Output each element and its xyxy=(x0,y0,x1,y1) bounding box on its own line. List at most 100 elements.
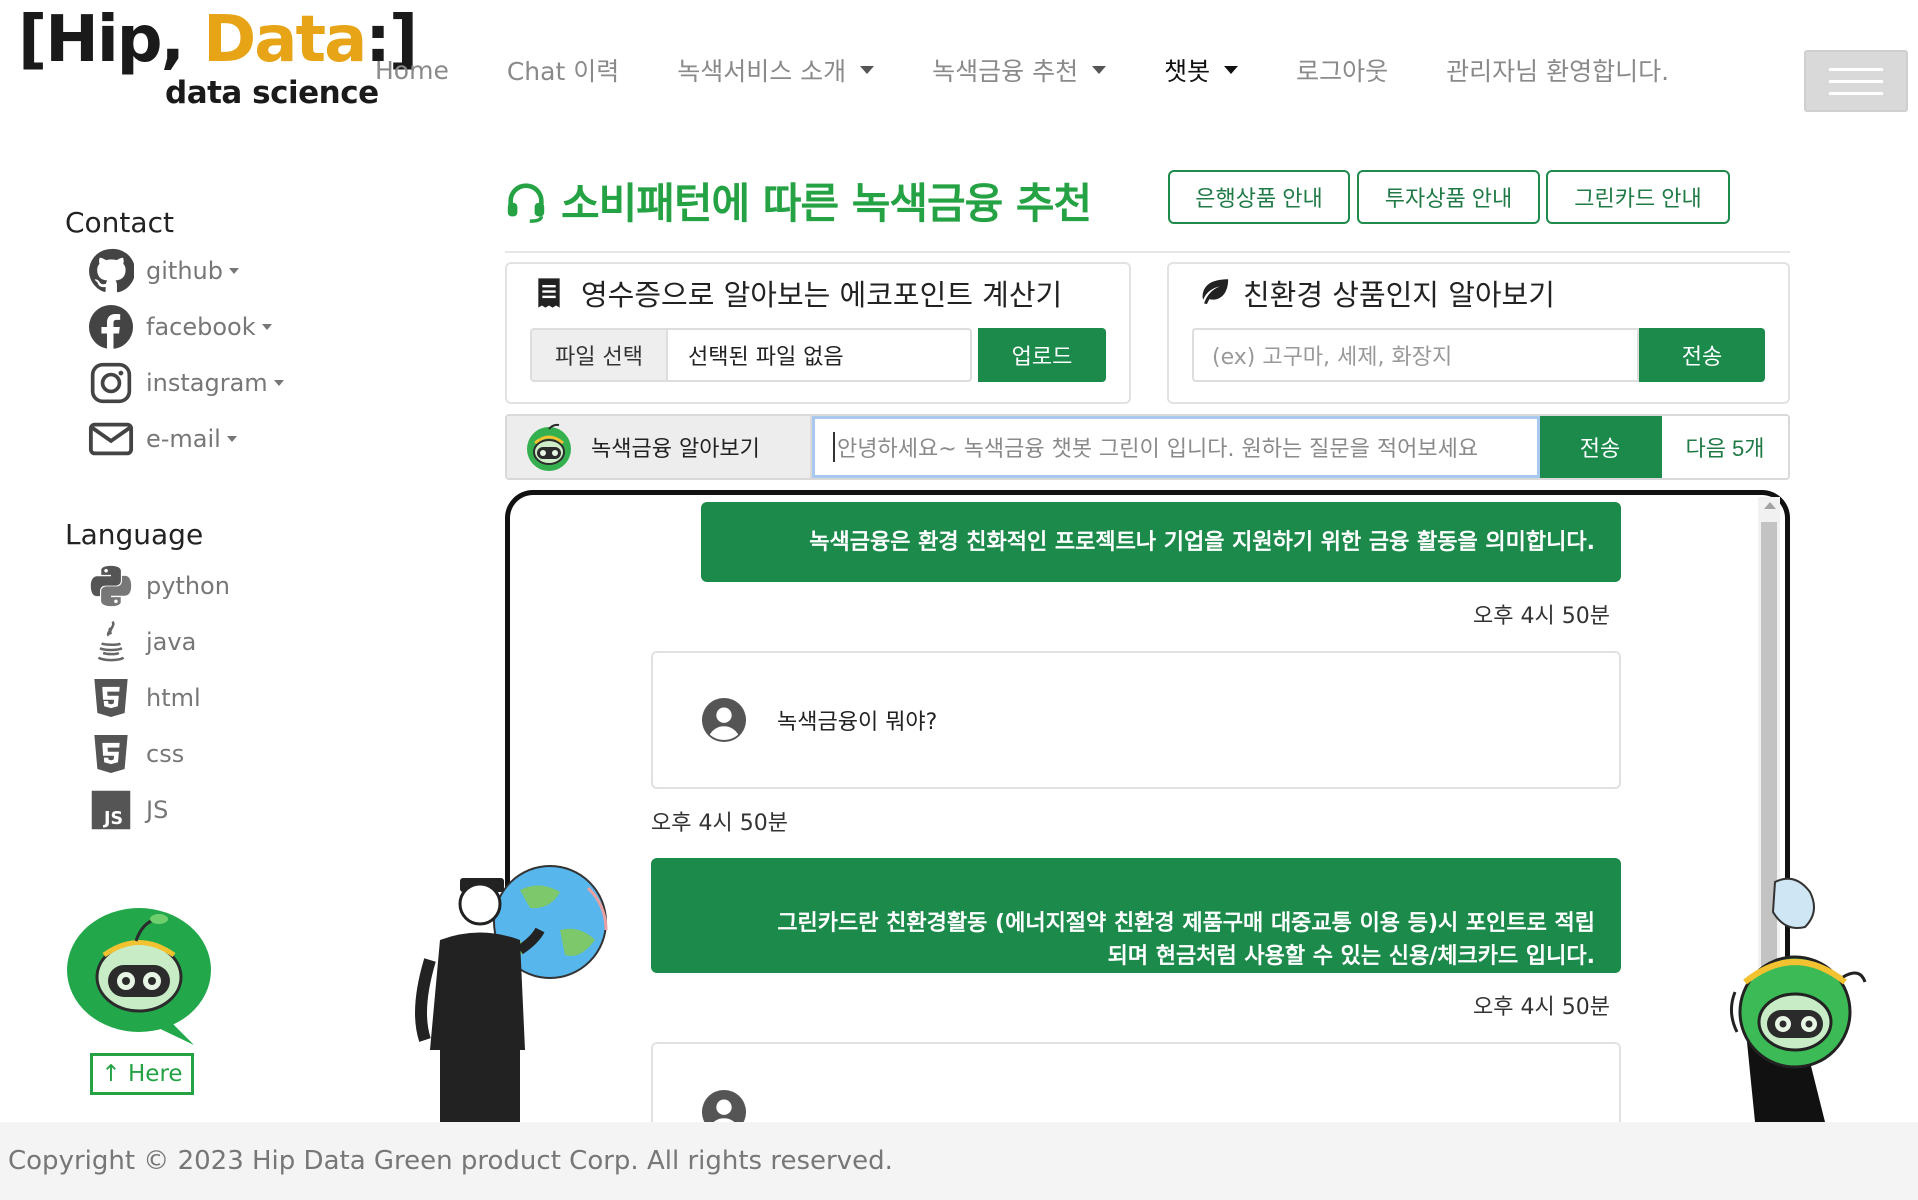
message-timestamp: 오후 4시 50분 xyxy=(1473,604,1610,629)
user-message-text: 녹색금융이 뭐야? xyxy=(777,710,938,735)
html5-icon xyxy=(88,675,134,721)
copyright-text: Copyright © 2023 Hip Data Green product … xyxy=(8,1146,893,1176)
contact-instagram-dropdown[interactable]: instagram xyxy=(88,360,284,406)
language-heading: Language xyxy=(65,518,204,551)
user-avatar-icon xyxy=(701,697,747,743)
nav-chatbot-dropdown[interactable]: 챗봇 xyxy=(1164,52,1239,88)
chat-query-label-text: 녹색금융 알아보기 xyxy=(591,437,760,462)
python-icon xyxy=(88,563,134,609)
chevron-down-icon xyxy=(1092,66,1107,74)
logo-accent-text: Data xyxy=(203,3,367,77)
investment-products-button[interactable]: 투자상품 안내 xyxy=(1357,170,1540,224)
receipt-card-title: 영수증으로 알아보는 에코포인트 계산기 xyxy=(535,268,1062,318)
receipt-ecopoint-card: 영수증으로 알아보는 에코포인트 계산기 파일 선택 선택된 파일 없음 업로드 xyxy=(505,262,1131,404)
next-five-button[interactable]: 다음 5개 xyxy=(1660,416,1788,478)
nav-chat-history-label: Chat 이력 xyxy=(506,57,620,86)
chat-question-input[interactable]: 안녕하세요~ 녹색금융 챗봇 그린이 입니다. 원하는 질문을 적어보세요 xyxy=(812,416,1540,478)
language-list: python java html css JS JS xyxy=(88,563,230,833)
here-button[interactable]: ↑ Here xyxy=(90,1053,194,1095)
language-python[interactable]: python xyxy=(88,563,230,609)
contact-email-dropdown[interactable]: e-mail xyxy=(88,416,284,462)
divider xyxy=(505,251,1790,253)
eco-card-title: 친환경 상품인지 알아보기 xyxy=(1197,268,1555,318)
footer: Copyright © 2023 Hip Data Green product … xyxy=(0,1122,1918,1200)
nav-home[interactable]: Home xyxy=(375,56,449,85)
language-html[interactable]: html xyxy=(88,675,230,721)
contact-facebook-dropdown[interactable]: facebook xyxy=(88,304,284,350)
nav-chatbot-label: 챗봇 xyxy=(1164,57,1211,86)
chevron-down-icon xyxy=(273,380,284,386)
receipt-icon xyxy=(535,277,567,309)
nav-logout-label: 로그아웃 xyxy=(1296,57,1389,86)
chevron-down-icon xyxy=(860,66,875,74)
nav-green-finance-dropdown[interactable]: 녹색금융 추천 xyxy=(932,52,1107,88)
chevron-down-icon xyxy=(228,268,239,274)
receipt-file-input[interactable]: 파일 선택 선택된 파일 없음 xyxy=(530,328,972,382)
contact-email-label: e-mail xyxy=(146,425,221,453)
upload-button[interactable]: 업로드 xyxy=(978,328,1106,382)
file-status-text: 선택된 파일 없음 xyxy=(688,345,844,370)
contact-facebook-label: facebook xyxy=(146,313,256,341)
page-title: 소비패턴에 따른 녹색금융 추천 xyxy=(503,170,1092,231)
hamburger-icon-bar xyxy=(1829,67,1883,71)
chat-query-bar: 녹색금융 알아보기 안녕하세요~ 녹색금융 챗봇 그린이 입니다. 원하는 질문… xyxy=(505,414,1790,480)
choose-file-button[interactable]: 파일 선택 xyxy=(532,330,668,380)
contact-github-label: github xyxy=(146,257,223,285)
nav-logout[interactable]: 로그아웃 xyxy=(1296,52,1388,88)
menu-toggle-button[interactable] xyxy=(1804,50,1908,112)
main-nav: Home Chat 이력 녹색서비스 소개 녹색금융 추천 챗봇 로그아웃 관리… xyxy=(375,52,1727,88)
instagram-icon xyxy=(88,360,134,406)
facebook-icon xyxy=(88,304,134,350)
contact-github-dropdown[interactable]: github xyxy=(88,248,284,294)
chat-query-label: 녹색금융 알아보기 xyxy=(507,416,812,478)
language-html-label: html xyxy=(146,684,201,712)
language-js[interactable]: JS JS xyxy=(88,787,230,833)
logo-subtitle: data science xyxy=(165,75,379,111)
hamburger-icon-bar xyxy=(1829,91,1883,95)
headset-icon xyxy=(503,178,549,224)
language-java[interactable]: java xyxy=(88,619,230,665)
java-icon xyxy=(88,619,134,665)
js-icon: JS xyxy=(88,787,134,833)
contact-list: github facebook instagram e-mail xyxy=(88,248,284,462)
language-python-label: python xyxy=(146,572,230,600)
nav-home-label: Home xyxy=(375,55,449,85)
robot-mascot-icon xyxy=(523,421,575,473)
eco-product-check-card: 친환경 상품인지 알아보기 (ex) 고구마, 세제, 화장지 전송 xyxy=(1167,262,1790,404)
welcome-text: 관리자님 환영합니다. xyxy=(1446,57,1670,86)
text-cursor xyxy=(833,432,835,462)
css3-icon xyxy=(88,731,134,777)
chatbot-mascot-launcher[interactable] xyxy=(64,905,214,1050)
nav-green-finance-label: 녹색금융 추천 xyxy=(932,57,1079,86)
chevron-down-icon xyxy=(1224,66,1239,74)
language-js-label: JS xyxy=(146,796,169,824)
bot-message-bubble: 녹색금융은 환경 친화적인 프로젝트나 기업을 지원하기 위한 금융 활동을 의… xyxy=(701,502,1621,582)
svg-text:JS: JS xyxy=(103,809,123,829)
contact-instagram-label: instagram xyxy=(146,369,268,397)
user-message-card: 녹색금융이 뭐야? xyxy=(651,651,1621,789)
github-icon xyxy=(88,248,134,294)
chat-send-button[interactable]: 전송 xyxy=(1540,416,1660,478)
hamburger-icon-bar xyxy=(1829,79,1883,83)
language-css[interactable]: css xyxy=(88,731,230,777)
eco-product-send-button[interactable]: 전송 xyxy=(1639,328,1765,382)
greencard-guide-button[interactable]: 그린카드 안내 xyxy=(1546,170,1730,224)
bank-products-button[interactable]: 은행상품 안내 xyxy=(1168,170,1350,224)
language-css-label: css xyxy=(146,740,185,768)
eco-card-title-text: 친환경 상품인지 알아보기 xyxy=(1243,278,1555,312)
person-with-globe-illustration xyxy=(410,860,610,1122)
leaf-icon xyxy=(1197,277,1229,309)
nav-green-service-dropdown[interactable]: 녹색서비스 소개 xyxy=(677,52,875,88)
eco-product-input[interactable]: (ex) 고구마, 세제, 화장지 xyxy=(1192,328,1639,382)
nav-green-service-label: 녹색서비스 소개 xyxy=(677,57,847,86)
contact-heading: Contact xyxy=(65,206,174,239)
scroll-up-arrow-icon[interactable] xyxy=(1764,502,1776,509)
receipt-card-title-text: 영수증으로 알아보는 에코포인트 계산기 xyxy=(581,278,1063,312)
chevron-down-icon xyxy=(226,436,237,442)
logo[interactable]: [Hip, Data:] xyxy=(18,8,418,72)
nav-chat-history[interactable]: Chat 이력 xyxy=(507,52,619,88)
chevron-down-icon xyxy=(261,324,272,330)
page-title-text: 소비패턴에 따른 녹색금융 추천 xyxy=(561,179,1092,228)
message-timestamp: 오후 4시 50분 xyxy=(651,811,788,836)
bot-message-line: 그린카드란 친환경활동 (에너지절약 친환경 제품구매 대중교통 이용 등)시 … xyxy=(777,911,1595,936)
